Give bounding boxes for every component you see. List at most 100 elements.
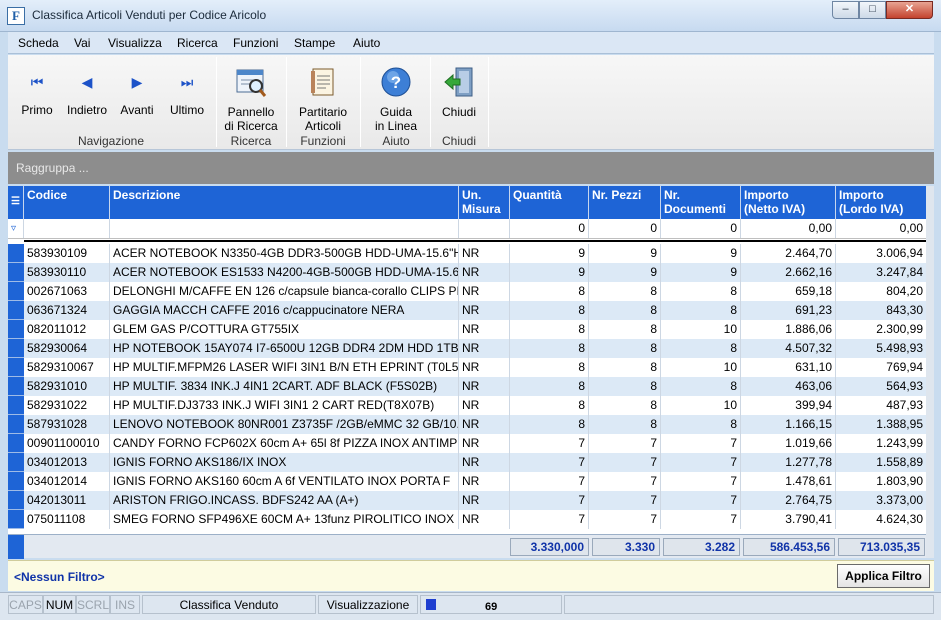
table-row[interactable]: 582931022 HP MULTIF.DJ3733 INK.J WIFI 3IN… xyxy=(8,396,926,415)
vertical-scrollbar[interactable] xyxy=(926,186,934,558)
filter-lordo-input[interactable]: 0,00 xyxy=(836,219,926,238)
search-panel-label-1: Pannello xyxy=(227,105,275,119)
online-help-button[interactable]: ? Guida in Linea xyxy=(366,65,426,133)
cell-importo-netto: 2.764,75 xyxy=(741,491,836,510)
table-row[interactable]: 583930110 ACER NOTEBOOK ES1533 N4200-4GB-… xyxy=(8,263,926,282)
cell-descrizione: CANDY FORNO FCP602X 60cm A+ 65l 8f PIZZA… xyxy=(110,434,459,453)
next-record-button[interactable]: ▶ Avanti xyxy=(114,65,160,117)
cell-importo-netto: 1.019,66 xyxy=(741,434,836,453)
menu-funzioni[interactable]: Funzioni xyxy=(233,36,278,50)
close-label: Chiudi xyxy=(441,105,477,119)
row-selector[interactable] xyxy=(8,434,24,453)
total-quantita: 3.330,000 xyxy=(510,538,589,556)
active-filter-label[interactable]: <Nessun Filtro> xyxy=(14,570,105,584)
menu-stampe[interactable]: Stampe xyxy=(294,36,335,50)
row-selector[interactable] xyxy=(8,396,24,415)
filter-icon[interactable]: ▿ xyxy=(8,219,24,238)
last-record-button[interactable]: ⏭ Ultimo xyxy=(164,65,210,117)
total-nr-pezzi: 3.330 xyxy=(592,538,660,556)
row-selector[interactable] xyxy=(8,301,24,320)
table-row[interactable]: 063671324 GAGGIA MACCH CAFFE 2016 c/cappu… xyxy=(8,301,926,320)
cell-nr-pezzi: 9 xyxy=(589,263,661,282)
col-header-quantita[interactable]: Quantità xyxy=(510,186,589,219)
cell-importo-netto: 4.507,32 xyxy=(741,339,836,358)
cell-codice: 034012013 xyxy=(24,453,110,472)
col-header-importo-lordo[interactable]: Importo (Lordo IVA) xyxy=(836,186,926,219)
cell-importo-netto: 1.886,06 xyxy=(741,320,836,339)
filter-qta-input[interactable]: 0 xyxy=(510,219,589,238)
col-header-importo-netto[interactable]: Importo (Netto IVA) xyxy=(741,186,836,219)
col-header-descrizione[interactable]: Descrizione xyxy=(110,186,459,219)
table-row[interactable]: 00901100010 CANDY FORNO FCP602X 60cm A+ 6… xyxy=(8,434,926,453)
minimize-button[interactable]: – xyxy=(832,1,859,19)
col-header-codice[interactable]: Codice xyxy=(24,186,110,219)
group-by-bar[interactable]: Raggruppa ... xyxy=(8,152,934,184)
filter-netto-input[interactable]: 0,00 xyxy=(741,219,836,238)
filter-doc-input[interactable]: 0 xyxy=(661,219,741,238)
cell-importo-lordo: 804,20 xyxy=(886,284,923,298)
menu-ricerca[interactable]: Ricerca xyxy=(177,36,218,50)
filter-codice-input[interactable] xyxy=(24,219,110,238)
row-selector[interactable] xyxy=(8,320,24,339)
table-row[interactable]: 082011012 GLEM GAS P/COTTURA GT755IX NR 8 8 1… xyxy=(8,320,926,339)
menu-vai[interactable]: Vai xyxy=(74,36,90,50)
close-window-button[interactable]: ✕ xyxy=(886,1,933,19)
cell-nr-pezzi: 7 xyxy=(589,453,661,472)
filter-um-input[interactable] xyxy=(459,219,510,238)
row-selector[interactable] xyxy=(8,472,24,491)
search-panel-button[interactable]: Pannello di Ricerca xyxy=(220,65,282,133)
row-selector[interactable] xyxy=(8,510,24,529)
apply-filter-button[interactable]: Applica Filtro xyxy=(837,564,930,588)
cell-importo-lordo: 1.388,95 xyxy=(876,417,923,431)
cell-nr-documenti: 7 xyxy=(661,434,741,453)
row-selector[interactable] xyxy=(8,415,24,434)
menu-bar: Scheda Vai Visualizza Ricerca Funzioni S… xyxy=(8,32,934,54)
filter-descrizione-input[interactable] xyxy=(110,219,459,238)
maximize-button[interactable]: □ xyxy=(859,1,886,19)
table-row[interactable]: 034012014 IGNIS FORNO AKS160 60cm A 6f VE… xyxy=(8,472,926,491)
cell-quantita: 8 xyxy=(510,320,589,339)
row-selector[interactable] xyxy=(8,377,24,396)
row-selector[interactable] xyxy=(8,358,24,377)
row-selector[interactable] xyxy=(8,244,24,263)
table-row[interactable]: 582931010 HP MULTIF. 3834 INK.J 4IN1 2CAR… xyxy=(8,377,926,396)
cell-nr-documenti: 7 xyxy=(661,510,741,529)
item-ledger-button[interactable]: Partitario Articoli xyxy=(291,65,355,133)
cell-descrizione: ACER NOTEBOOK ES1533 N4200-4GB-500GB HDD… xyxy=(110,263,459,282)
cell-nr-pezzi: 8 xyxy=(589,282,661,301)
cell-descrizione: HP MULTIF.DJ3733 INK.J WIFI 3IN1 2 CART … xyxy=(110,396,459,415)
cell-descrizione: GLEM GAS P/COTTURA GT755IX xyxy=(110,320,459,339)
row-selector[interactable] xyxy=(8,491,24,510)
table-row[interactable]: 5829310067 HP MULTIF.MFPM26 LASER WIFI 3I… xyxy=(8,358,926,377)
search-panel-label-2: di Ricerca xyxy=(224,119,278,133)
cell-codice: 042013011 xyxy=(24,491,110,510)
table-row[interactable]: 034012013 IGNIS FORNO AKS186/IX INOX NR 7 7 7… xyxy=(8,453,926,472)
cell-nr-documenti: 8 xyxy=(661,339,741,358)
col-header-unita-misura[interactable]: Un. Misura xyxy=(459,186,510,219)
previous-record-button[interactable]: ◀ Indietro xyxy=(62,65,112,117)
col-header-nr-pezzi[interactable]: Nr. Pezzi xyxy=(589,186,661,219)
table-row[interactable]: 582930064 HP NOTEBOOK 15AY074 I7-6500U 12… xyxy=(8,339,926,358)
table-row[interactable]: 042013011 ARISTON FRIGO.INCASS. BDFS242 A… xyxy=(8,491,926,510)
table-row[interactable]: 075011108 SMEG FORNO SFP496XE 60CM A+ 13f… xyxy=(8,510,926,529)
col-header-nr-documenti[interactable]: Nr. Documenti xyxy=(661,186,741,219)
row-selector[interactable] xyxy=(8,263,24,282)
table-row[interactable]: 002671063 DELONGHI M/CAFFE EN 126 c/capsu… xyxy=(8,282,926,301)
menu-scheda[interactable]: Scheda xyxy=(18,36,59,50)
first-record-button[interactable]: ⏮ Primo xyxy=(16,65,58,117)
total-nr-documenti: 3.282 xyxy=(663,538,740,556)
filter-pezzi-input[interactable]: 0 xyxy=(589,219,661,238)
table-row[interactable]: 587931028 LENOVO NOTEBOOK 80NR001 Z3735F … xyxy=(8,415,926,434)
ins-indicator: INS xyxy=(110,595,140,614)
cell-nr-pezzi: 8 xyxy=(589,339,661,358)
row-selector[interactable] xyxy=(8,453,24,472)
close-button[interactable]: Chiudi xyxy=(436,65,482,119)
cell-codice: 002671063 xyxy=(24,282,110,301)
cell-nr-pezzi: 8 xyxy=(589,377,661,396)
table-row[interactable]: 583930109 ACER NOTEBOOK N3350-4GB DDR3-50… xyxy=(8,244,926,263)
column-chooser-icon[interactable]: ☰ xyxy=(8,186,24,219)
row-selector[interactable] xyxy=(8,339,24,358)
row-selector[interactable] xyxy=(8,282,24,301)
menu-aiuto[interactable]: Aiuto xyxy=(353,36,380,50)
menu-visualizza[interactable]: Visualizza xyxy=(108,36,162,50)
